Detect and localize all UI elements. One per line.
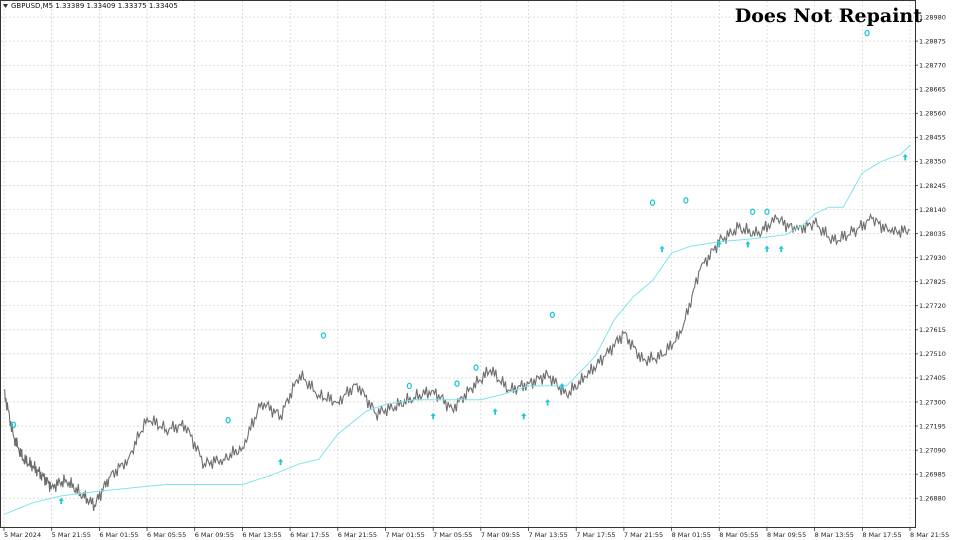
y-tick-label: 1.28350 xyxy=(919,158,946,166)
signal-circle-icon xyxy=(473,364,479,371)
signal-circle-icon xyxy=(683,197,689,204)
y-tick-label: 1.27090 xyxy=(919,446,946,454)
chart-grid xyxy=(1,1,915,528)
x-tick-label: 6 Mar 05:55 xyxy=(147,531,186,539)
y-tick-label: 1.28665 xyxy=(919,86,946,94)
x-tick-label: 7 Mar 09:55 xyxy=(481,531,520,539)
y-tick-label: 1.27825 xyxy=(919,278,946,286)
up-arrow-icon xyxy=(764,245,770,253)
x-tick-label: 7 Mar 01:55 xyxy=(385,531,424,539)
signal-circle-icon xyxy=(549,311,556,319)
price-chart[interactable]: 1.28980 1.28875 1.28770 1.28665 1.28560 1.284… xyxy=(0,0,960,540)
y-tick-label: 1.28035 xyxy=(919,230,946,238)
y-tick-label: 1.26880 xyxy=(919,495,946,503)
up-arrow-icon xyxy=(545,399,551,406)
signal-circle-icon xyxy=(749,208,756,216)
x-tick-label: 6 Mar 21:55 xyxy=(338,531,377,539)
y-tick-label: 1.28140 xyxy=(919,206,946,214)
signal-circle-icon xyxy=(406,382,412,390)
signal-circle-icon xyxy=(10,421,17,429)
x-tick-label: 6 Mar 17:55 xyxy=(290,531,329,539)
y-tick-label: 1.28875 xyxy=(919,37,946,45)
y-tick-label: 1.27720 xyxy=(919,302,946,310)
up-arrow-icon xyxy=(745,241,751,248)
x-tick-label: 7 Mar 13:55 xyxy=(529,531,568,539)
y-axis: 1.28980 1.28875 1.28770 1.28665 1.28560 1.284… xyxy=(915,13,946,503)
y-tick-label: 1.26985 xyxy=(919,470,946,478)
up-arrow-icon xyxy=(492,408,498,415)
y-tick-label: 1.27510 xyxy=(919,350,946,358)
up-arrow-icon xyxy=(58,497,64,505)
y-tick-label: 1.27405 xyxy=(919,374,946,382)
signal-circle-icon xyxy=(225,417,231,424)
y-tick-label: 1.27300 xyxy=(919,398,946,406)
y-tick-label: 1.28245 xyxy=(919,182,946,190)
y-tick-label: 1.28980 xyxy=(919,13,946,21)
signal-marks xyxy=(10,29,908,505)
signal-circle-icon xyxy=(864,29,870,37)
up-arrow-icon xyxy=(659,245,665,253)
x-tick-label: 8 Mar 13:55 xyxy=(815,531,854,539)
x-tick-label: 8 Mar 01:55 xyxy=(672,531,711,539)
y-tick-label: 1.28560 xyxy=(919,110,946,118)
plot-frame xyxy=(0,0,916,528)
x-tick-label: 6 Mar 09:55 xyxy=(195,531,234,539)
signal-circle-icon xyxy=(649,199,656,206)
x-tick-label: 7 Mar 21:55 xyxy=(624,531,663,539)
x-tick-label: 6 Mar 13:55 xyxy=(242,531,281,539)
x-tick-label: 8 Mar 17:55 xyxy=(862,531,901,539)
up-arrow-icon xyxy=(277,458,284,466)
x-tick-label: 6 Mar 01:55 xyxy=(99,531,138,539)
x-axis: 5 Mar 2024 5 Mar 21:55 6 Mar 01:55 6 Mar 05… xyxy=(3,528,949,539)
x-tick-label: 7 Mar 17:55 xyxy=(576,531,615,539)
overlay-title: Does Not Repaint xyxy=(735,5,922,27)
symbol-header: GBPUSD,M5 1.33389 1.33409 1.33375 1.3340… xyxy=(11,2,178,10)
x-tick-label: 5 Mar 2024 xyxy=(4,531,41,539)
x-tick-label: 7 Mar 05:55 xyxy=(433,531,472,539)
signal-circle-icon xyxy=(320,332,327,339)
y-tick-label: 1.27615 xyxy=(919,326,946,334)
y-tick-label: 1.27930 xyxy=(919,254,946,262)
x-tick-label: 8 Mar 05:55 xyxy=(719,531,758,539)
y-tick-label: 1.28770 xyxy=(919,61,946,69)
price-line xyxy=(3,212,911,511)
up-arrow-icon xyxy=(430,412,436,420)
x-tick-label: 8 Mar 21:55 xyxy=(910,531,949,539)
signal-circle-icon xyxy=(454,380,460,387)
y-tick-label: 1.27195 xyxy=(919,422,946,430)
up-arrow-icon xyxy=(902,153,908,161)
x-tick-label: 5 Mar 21:55 xyxy=(52,531,91,539)
up-arrow-icon xyxy=(778,245,784,253)
x-tick-label: 8 Mar 09:55 xyxy=(767,531,806,539)
y-tick-label: 1.28455 xyxy=(919,134,946,142)
up-arrow-icon xyxy=(521,412,527,420)
